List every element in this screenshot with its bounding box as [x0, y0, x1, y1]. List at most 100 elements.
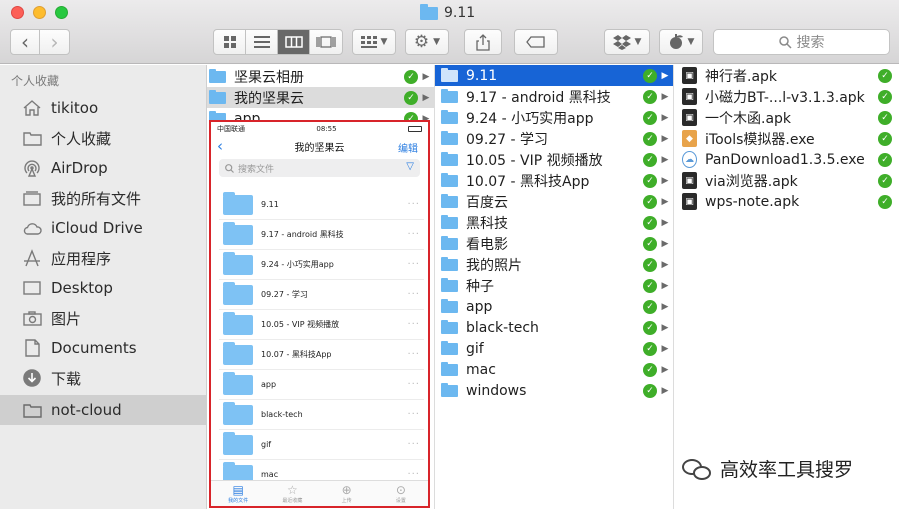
back-button[interactable]: ‹ [11, 30, 40, 54]
phone-list-item[interactable]: 10.07 - 黑科技App ··· [219, 340, 424, 370]
folder-row[interactable]: 09.27 - 学习 ✓ ▶ [435, 128, 673, 149]
folder-row[interactable]: 看电影 ✓ ▶ [435, 233, 673, 254]
sync-check-icon: ✓ [643, 173, 657, 188]
file-row[interactable]: ▣ 一个木函.apk ✓ [674, 107, 898, 128]
phone-list-item[interactable]: 9.17 - android 黑科技 ··· [219, 220, 424, 250]
sidebar-item-tikitoo[interactable]: tikitoo [0, 93, 206, 123]
phone-list-item[interactable]: black-tech ··· [219, 400, 424, 430]
phone-list-item[interactable]: 10.05 - VIP 视频播放 ··· [219, 310, 424, 340]
nutstore-button[interactable]: ▼ [659, 29, 703, 55]
gallery-view-button[interactable] [310, 30, 342, 54]
folder-name: 种子 [466, 278, 494, 295]
column-view-button[interactable] [278, 30, 310, 54]
folder-row[interactable]: 黑科技 ✓ ▶ [435, 212, 673, 233]
phone-list-item[interactable]: app ··· [219, 370, 424, 400]
sidebar-item-icloud-drive[interactable]: iCloud Drive [0, 213, 206, 243]
phone-tab-label: 最近收藏 [282, 497, 303, 504]
phone-list-item[interactable]: 9.24 - 小巧实用app ··· [219, 250, 424, 280]
cloud-icon [22, 218, 42, 238]
folder-row[interactable]: black-tech ✓ ▶ [435, 317, 673, 338]
folder-name: 9.11 [466, 67, 498, 84]
action-button[interactable]: ⚙ ▼ [405, 29, 449, 55]
tags-button[interactable] [514, 29, 558, 55]
phone-item-name: black-tech [261, 410, 303, 419]
more-icon[interactable]: ··· [407, 319, 420, 330]
folder-row[interactable]: 百度云 ✓ ▶ [435, 191, 673, 212]
list-view-button[interactable] [246, 30, 278, 54]
folder-row[interactable]: mac ✓ ▶ [435, 359, 673, 380]
more-icon[interactable]: ··· [407, 199, 420, 210]
more-icon[interactable]: ··· [407, 379, 420, 390]
more-icon[interactable]: ··· [407, 229, 420, 240]
arrange-button[interactable]: ▼ [352, 29, 396, 55]
folder-row[interactable]: app ✓ ▶ [435, 296, 673, 317]
more-icon[interactable]: ··· [407, 469, 420, 480]
file-row[interactable]: ▣ 小磁力BT-...l-v3.1.3.apk ✓ [674, 86, 898, 107]
folder-row[interactable]: windows ✓ ▶ [435, 380, 673, 401]
phone-tab-upload[interactable]: ⊕ 上传 [320, 481, 374, 506]
more-icon[interactable]: ··· [407, 349, 420, 360]
share-button[interactable] [464, 29, 502, 55]
back-icon[interactable]: ‹ [217, 137, 223, 155]
folder-row[interactable]: 种子 ✓ ▶ [435, 275, 673, 296]
sidebar-item-not-cloud[interactable]: not-cloud [0, 395, 206, 425]
file-row[interactable]: ▣ 神行者.apk ✓ [674, 65, 898, 86]
phone-list-item[interactable]: gif ··· [219, 430, 424, 460]
phone-edit-button[interactable]: 编辑 [398, 140, 418, 155]
dropbox-button[interactable]: ▼ [604, 29, 650, 55]
sidebar-item-label: 我的所有文件 [51, 189, 142, 208]
folder-name: 我的照片 [466, 257, 522, 274]
sidebar-item-documents[interactable]: Documents [0, 333, 206, 363]
sidebar-item-applications[interactable]: 应用程序 [0, 243, 206, 273]
folder-row[interactable]: 10.07 - 黑科技App ✓ ▶ [435, 170, 673, 191]
folder-row[interactable]: 10.05 - VIP 视频播放 ✓ ▶ [435, 149, 673, 170]
more-icon[interactable]: ··· [407, 409, 420, 420]
more-icon[interactable]: ··· [407, 289, 420, 300]
phone-item-name: 10.05 - VIP 视频播放 [261, 320, 340, 329]
folder-row[interactable]: 9.17 - android 黑科技 ✓ ▶ [435, 86, 673, 107]
phone-search-field[interactable]: 搜索文件 ▽ [219, 159, 420, 177]
filter-icon[interactable]: ▽ [406, 161, 414, 172]
zoom-window-button[interactable] [55, 6, 68, 19]
icon-view-button[interactable] [214, 30, 246, 54]
forward-button[interactable]: › [40, 30, 69, 54]
sidebar-item-airdrop[interactable]: AirDrop [0, 153, 206, 183]
more-icon[interactable]: ··· [407, 259, 420, 270]
sidebar-item-favorites[interactable]: 个人收藏 [0, 123, 206, 153]
folder-row[interactable]: 9.11 ✓ ▶ [435, 65, 673, 86]
minimize-window-button[interactable] [33, 6, 46, 19]
close-window-button[interactable] [11, 6, 24, 19]
more-icon[interactable]: ··· [407, 439, 420, 450]
folder-row[interactable]: 我的坚果云 ✓ ▶ [207, 87, 434, 108]
sync-check-icon: ✓ [643, 341, 657, 356]
folder-row[interactable]: gif ✓ ▶ [435, 338, 673, 359]
file-row[interactable]: ◆ iTools模拟器.exe ✓ [674, 128, 898, 149]
sync-check-icon: ✓ [643, 89, 657, 104]
sidebar-item-desktop[interactable]: Desktop [0, 273, 206, 303]
folder-row[interactable]: 我的照片 ✓ ▶ [435, 254, 673, 275]
file-row[interactable]: ☁ PanDownload1.3.5.exe ✓ [674, 149, 898, 170]
sidebar-item-downloads[interactable]: 下载 [0, 363, 206, 393]
phone-title: 我的坚果云 [294, 142, 345, 154]
disclosure-arrow-icon: ▶ [661, 91, 669, 102]
sync-check-icon: ✓ [643, 257, 657, 272]
phone-list-item[interactable]: 9.11 ··· [219, 190, 424, 220]
file-row[interactable]: ▣ via浏览器.apk ✓ [674, 170, 898, 191]
sidebar-item-all-files[interactable]: 我的所有文件 [0, 183, 206, 213]
phone-item-name: gif [261, 440, 272, 449]
file-row[interactable]: ▣ wps-note.apk ✓ [674, 191, 898, 212]
folder-row[interactable]: 9.24 - 小巧实用app ✓ ▶ [435, 107, 673, 128]
search-field[interactable]: 搜索 [713, 29, 890, 55]
folder-row[interactable]: 坚果云相册 ✓ ▶ [207, 66, 434, 87]
sync-check-icon: ✓ [878, 68, 892, 83]
phone-list-item[interactable]: 09.27 - 学习 ··· [219, 280, 424, 310]
folder-name: app [466, 298, 493, 315]
battery-icon [408, 125, 422, 132]
phone-tab-favorites[interactable]: ☆ 最近收藏 [265, 481, 319, 506]
disclosure-arrow-icon: ▶ [661, 385, 669, 396]
folder-name: 10.07 - 黑科技App [466, 173, 590, 190]
file-name: iTools模拟器.exe [705, 131, 815, 148]
phone-tab-my-files[interactable]: ▤ 我的文件 [211, 481, 265, 506]
phone-tab-settings[interactable]: ⊙ 设置 [374, 481, 428, 506]
sidebar-item-pictures[interactable]: 图片 [0, 303, 206, 333]
